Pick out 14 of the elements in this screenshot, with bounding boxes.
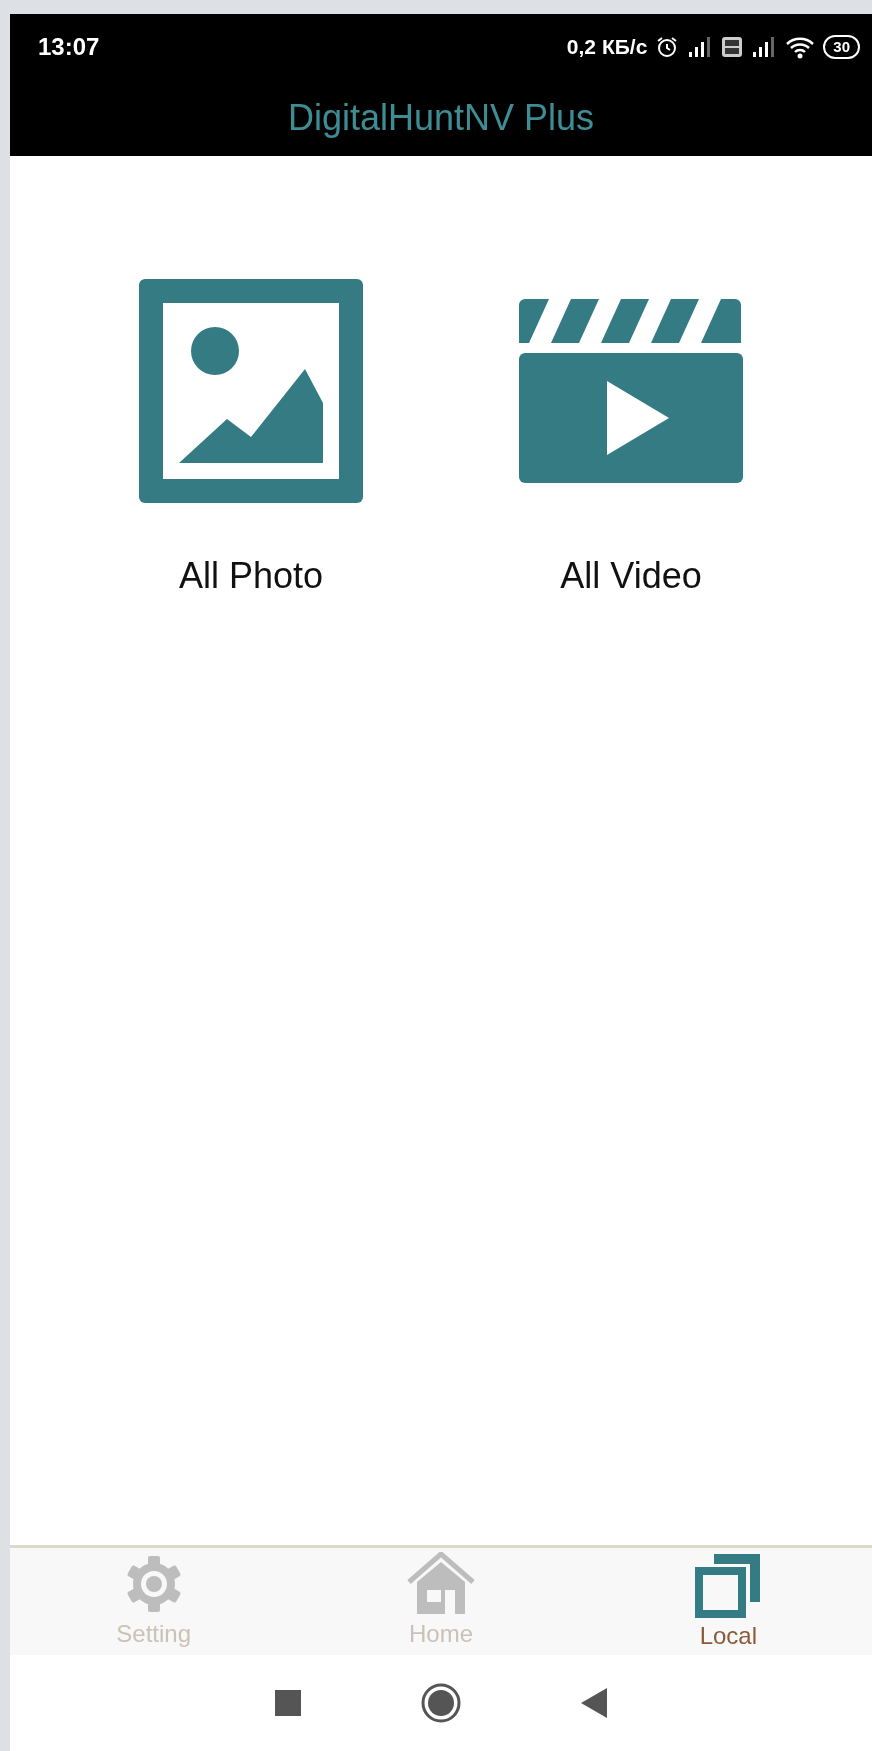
image-icon: [139, 279, 363, 503]
tab[interactable]: Local: [584, 1548, 872, 1655]
home-button[interactable]: [421, 1683, 461, 1723]
house-icon: [407, 1552, 475, 1616]
media-label[interactable]: All Photo: [178, 549, 324, 603]
media-label[interactable]: All Video: [560, 549, 702, 603]
network-speed: 0,2 КБ/с: [566, 34, 648, 61]
video-clapper-icon: [519, 299, 743, 483]
status-time: 13:07: [38, 32, 100, 62]
back-button[interactable]: [581, 1688, 607, 1718]
stacked-squares-icon: [694, 1552, 763, 1618]
battery-level: 30: [823, 35, 860, 59]
app-title: DigitalHuntNV Plus: [287, 96, 595, 140]
wifi-icon: [785, 35, 816, 59]
